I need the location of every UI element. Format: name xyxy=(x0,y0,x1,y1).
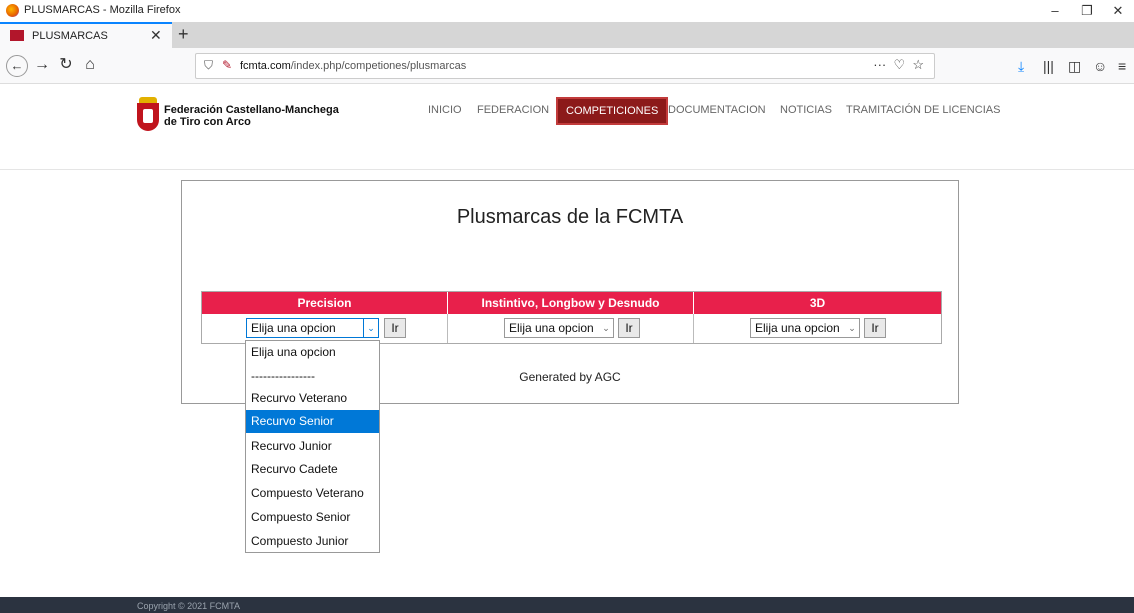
menu-documentacion[interactable]: DOCUMENTACION xyxy=(668,104,766,116)
sidebar-icon[interactable]: ◫ xyxy=(1068,58,1081,75)
close-tab-icon[interactable]: ✕ xyxy=(150,27,162,44)
menu-noticias[interactable]: NOTICIAS xyxy=(780,104,832,116)
copyright-text: Copyright © 2021 FCMTA xyxy=(137,601,240,611)
menu-tramitacion-licencias[interactable]: TRAMITACIÓN DE LICENCIAS xyxy=(846,104,1000,116)
menu-competiciones[interactable]: COMPETICIONES xyxy=(556,97,669,125)
url-text[interactable]: fcmta.com/index.php/competiones/plusmarc… xyxy=(240,60,466,72)
instintivo-cell: Elija una opcion ⌄ Ir xyxy=(448,314,694,343)
library-icon[interactable]: ||| xyxy=(1043,58,1054,74)
dropdown-option[interactable]: Compuesto Veterano xyxy=(246,482,379,505)
tab-strip: PLUSMARCAS ✕ + xyxy=(0,22,1134,48)
chevron-down-icon: ⌄ xyxy=(602,323,610,333)
minimize-icon[interactable]: – xyxy=(1043,2,1067,20)
download-icon[interactable]: ⤓ xyxy=(1018,58,1024,75)
reload-icon[interactable]: ↻ xyxy=(54,53,78,77)
dropdown-option[interactable]: Compuesto Junior xyxy=(246,530,379,553)
column-header-3d: 3D xyxy=(694,292,941,314)
precision-ir-button[interactable]: Ir xyxy=(384,318,406,338)
firefox-icon xyxy=(6,4,19,17)
forward-icon[interactable]: → xyxy=(30,53,54,77)
navigation-bar: ← → ↻ ⌂ ⛉ ✎ fcmta.com/index.php/competio… xyxy=(0,48,1134,84)
account-icon[interactable]: ☺ xyxy=(1093,58,1107,74)
favicon-icon xyxy=(10,30,24,41)
federation-logo[interactable] xyxy=(137,97,159,133)
menu-icon[interactable]: ≡ xyxy=(1118,58,1126,74)
new-tab-icon[interactable]: + xyxy=(178,24,189,45)
page-title: Plusmarcas de la FCMTA xyxy=(456,206,684,228)
window-titlebar: PLUSMARCAS - Mozilla Firefox – ❐ ✕ xyxy=(0,0,1134,22)
maximize-icon[interactable]: ❐ xyxy=(1075,2,1099,20)
chevron-down-icon: ⌄ xyxy=(848,323,856,333)
precision-cell: Elija una opcion ⌄ Ir xyxy=(202,314,448,343)
column-header-precision: Precision xyxy=(202,292,448,314)
menu-inicio[interactable]: INICIO xyxy=(428,104,462,116)
3d-select[interactable]: Elija una opcion ⌄ xyxy=(750,318,860,338)
category-table: Precision Instintivo, Longbow y Desnudo … xyxy=(201,291,942,344)
precision-select[interactable]: Elija una opcion ⌄ xyxy=(246,318,379,338)
column-header-instintivo: Instintivo, Longbow y Desnudo xyxy=(448,292,694,314)
org-name[interactable]: Federación Castellano-Manchega de Tiro c… xyxy=(164,104,339,128)
close-window-icon[interactable]: ✕ xyxy=(1106,2,1130,20)
3d-cell: Elija una opcion ⌄ Ir xyxy=(694,314,941,343)
site-security-icon[interactable]: ✎ xyxy=(222,58,232,72)
dropdown-option[interactable]: ---------------- xyxy=(246,365,379,388)
tab-plusmarcas[interactable]: PLUSMARCAS ✕ xyxy=(0,22,172,48)
dropdown-option[interactable]: Recurvo Veterano xyxy=(246,387,379,410)
window-title: PLUSMARCAS - Mozilla Firefox xyxy=(24,4,181,16)
dropdown-option[interactable]: Elija una opcion xyxy=(246,341,379,364)
3d-ir-button[interactable]: Ir xyxy=(864,318,886,338)
dropdown-option[interactable]: Recurvo Cadete xyxy=(246,458,379,481)
instintivo-select[interactable]: Elija una opcion ⌄ xyxy=(504,318,614,338)
back-icon[interactable]: ← xyxy=(6,55,28,77)
instintivo-ir-button[interactable]: Ir xyxy=(618,318,640,338)
precision-dropdown-list: Elija una opcion ---------------- Recurv… xyxy=(245,340,380,553)
dropdown-option-highlighted[interactable]: Recurvo Senior xyxy=(246,410,379,433)
dropdown-option[interactable]: Compuesto Senior xyxy=(246,506,379,529)
chevron-down-icon: ⌄ xyxy=(363,319,378,337)
dropdown-option[interactable]: Recurvo Junior xyxy=(246,435,379,458)
tracking-shield-icon[interactable]: ⛉ xyxy=(204,58,213,73)
page-actions-icon[interactable]: ··· ♡ ☆ xyxy=(873,57,924,73)
url-bar[interactable]: ⛉ ✎ fcmta.com/index.php/competiones/plus… xyxy=(195,53,935,79)
site-footer: Copyright © 2021 FCMTA xyxy=(0,597,1134,613)
menu-federacion[interactable]: FEDERACION xyxy=(477,104,549,116)
home-icon[interactable]: ⌂ xyxy=(78,53,102,77)
site-header: Federación Castellano-Manchega de Tiro c… xyxy=(0,84,1134,170)
tab-label: PLUSMARCAS xyxy=(32,30,108,42)
